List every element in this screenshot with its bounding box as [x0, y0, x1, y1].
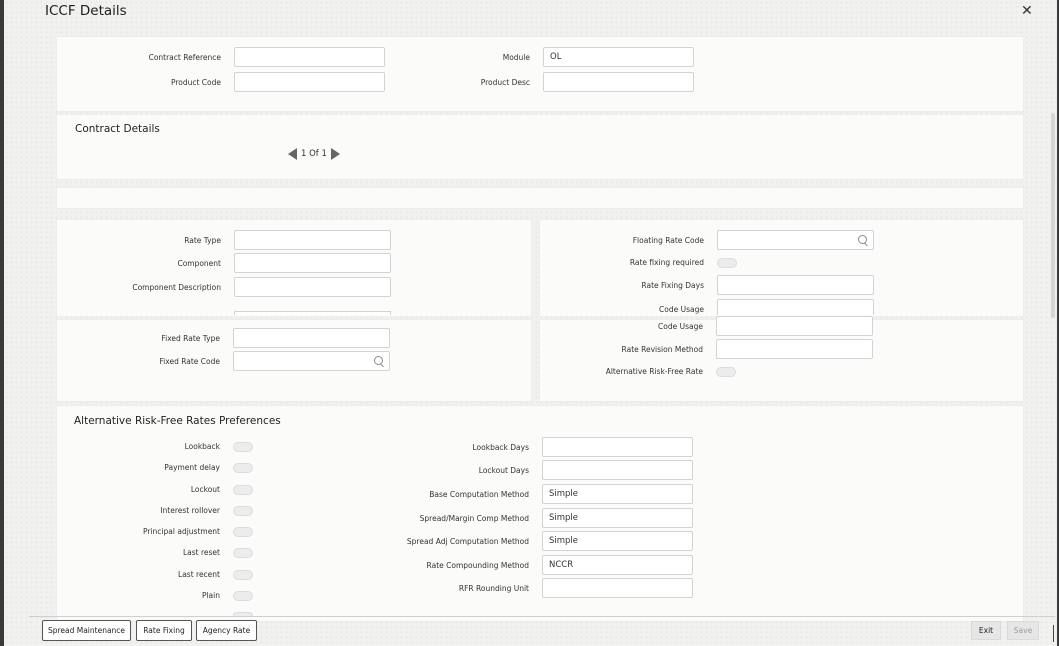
pager: 1 Of 1 — [288, 148, 340, 160]
lookback-label: Lookback — [184, 442, 220, 451]
payment-delay-label: Payment delay — [164, 463, 220, 472]
rate-revision-method-label: Rate Revision Method — [621, 345, 703, 354]
component-description-label: Component Description — [132, 283, 221, 292]
product-desc-input[interactable] — [543, 72, 694, 92]
rate-compounding-method-label: Rate Compounding Method — [426, 561, 529, 570]
pager-text: 1 Of 1 — [301, 149, 327, 159]
principal-adjustment-label: Principal adjustment — [143, 527, 220, 536]
agency-rate-button[interactable]: Agency Rate — [196, 620, 257, 641]
fixed-rate-code-search-icon[interactable] — [374, 356, 383, 365]
spread-adj-computation-method-input[interactable]: Simple — [542, 531, 693, 551]
save-button[interactable]: Save — [1007, 621, 1039, 640]
empty-strip-panel — [56, 187, 1024, 209]
base-computation-method-input[interactable]: Simple — [542, 484, 693, 504]
rate-type-input[interactable] — [234, 230, 391, 250]
fixed-rate-code-label: Fixed Rate Code — [159, 357, 220, 366]
rate-revision-method-input[interactable] — [716, 339, 873, 359]
fixed-rate-code-input[interactable] — [233, 351, 390, 371]
lockout-days-label: Lockout Days — [478, 466, 529, 475]
cut-off-code-usage-input — [717, 299, 874, 315]
rate-fixing-required-toggle[interactable] — [717, 258, 737, 268]
alternative-risk-free-rate-toggle[interactable] — [716, 367, 736, 377]
rate-fixing-days-label: Rate Fixing Days — [641, 281, 704, 290]
contract-reference-label: Contract Reference — [148, 53, 221, 62]
module-input[interactable]: OL — [543, 47, 694, 67]
rate-fixing-required-label: Rate fixing required — [629, 258, 704, 267]
rfr-rounding-unit-input[interactable] — [542, 578, 693, 598]
rate-fixing-button[interactable]: Rate Fixing — [136, 620, 192, 641]
spread-adj-computation-method-label: Spread Adj Computation Method — [406, 537, 529, 546]
exit-button[interactable]: Exit — [971, 621, 1001, 640]
last-reset-toggle[interactable] — [233, 548, 253, 558]
base-computation-method-label: Base Computation Method — [429, 490, 529, 499]
cut-off-input — [234, 311, 391, 315]
rate-compounding-method-input[interactable]: NCCR — [542, 555, 693, 575]
product-code-label: Product Code — [170, 78, 221, 87]
last-recent-label: Last recent — [178, 570, 220, 579]
contract-reference-input[interactable] — [234, 47, 385, 67]
rate-type-label: Rate Type — [184, 236, 221, 245]
plain-toggle[interactable] — [233, 591, 253, 601]
contract-details-title: Contract Details — [75, 123, 160, 135]
arfr-preferences-title: Alternative Risk-Free Rates Preferences — [74, 415, 281, 427]
lookback-days-input[interactable] — [542, 437, 693, 457]
component-label: Component — [177, 259, 221, 268]
principal-adjustment-toggle[interactable] — [233, 527, 253, 537]
spread-margin-comp-method-input[interactable]: Simple — [542, 508, 693, 528]
floating-rate-code-input[interactable] — [717, 230, 874, 250]
footer-edge-line — [1053, 625, 1054, 642]
code-usage-input[interactable] — [716, 316, 873, 336]
close-icon[interactable]: ✕ — [1021, 3, 1033, 19]
contract-details-panel — [56, 114, 1024, 180]
lookback-toggle[interactable] — [233, 442, 253, 452]
footer-divider — [29, 616, 1055, 617]
interest-rollover-label: Interest rollover — [160, 506, 220, 515]
vertical-scrollbar[interactable] — [1051, 113, 1055, 318]
module-label: Module — [502, 53, 530, 62]
last-reset-label: Last reset — [182, 548, 220, 557]
rfr-rounding-unit-label: RFR Rounding Unit — [458, 584, 529, 593]
alternative-risk-free-rate-label: Alternative Risk-Free Rate — [605, 367, 703, 376]
last-recent-toggle[interactable] — [233, 570, 253, 580]
lockout-label: Lockout — [190, 485, 220, 494]
lookback-days-label: Lookback Days — [472, 443, 530, 452]
code-usage-label: Code Usage — [658, 322, 703, 331]
lockout-toggle[interactable] — [233, 485, 253, 495]
component-description-input[interactable] — [234, 277, 391, 297]
component-input[interactable] — [234, 253, 391, 273]
code-usage-label-upper: Code Usage — [659, 305, 704, 314]
rate-fixing-days-input[interactable] — [717, 275, 874, 295]
product-desc-label: Product Desc — [480, 78, 530, 87]
plain-label: Plain — [201, 591, 220, 600]
payment-delay-toggle[interactable] — [233, 463, 253, 473]
pager-prev-icon[interactable] — [288, 148, 297, 160]
window-title: ICCF Details — [45, 3, 127, 19]
spread-maintenance-button[interactable]: Spread Maintenance — [42, 620, 131, 641]
lockout-days-input[interactable] — [542, 460, 693, 480]
floating-rate-code-search-icon[interactable] — [858, 235, 867, 244]
header-panel — [56, 36, 1024, 112]
pager-next-icon[interactable] — [330, 148, 340, 160]
spread-margin-comp-method-label: Spread/Margin Comp Method — [419, 514, 529, 523]
product-code-input[interactable] — [234, 72, 385, 92]
fixed-rate-type-label: Fixed Rate Type — [161, 334, 220, 343]
interest-rollover-toggle[interactable] — [233, 506, 253, 516]
iccf-details-window: ICCF Details ✕ Contract Reference Module… — [4, 0, 1057, 646]
floating-rate-code-label: Floating Rate Code — [632, 236, 704, 245]
fixed-rate-type-input[interactable] — [233, 328, 390, 348]
